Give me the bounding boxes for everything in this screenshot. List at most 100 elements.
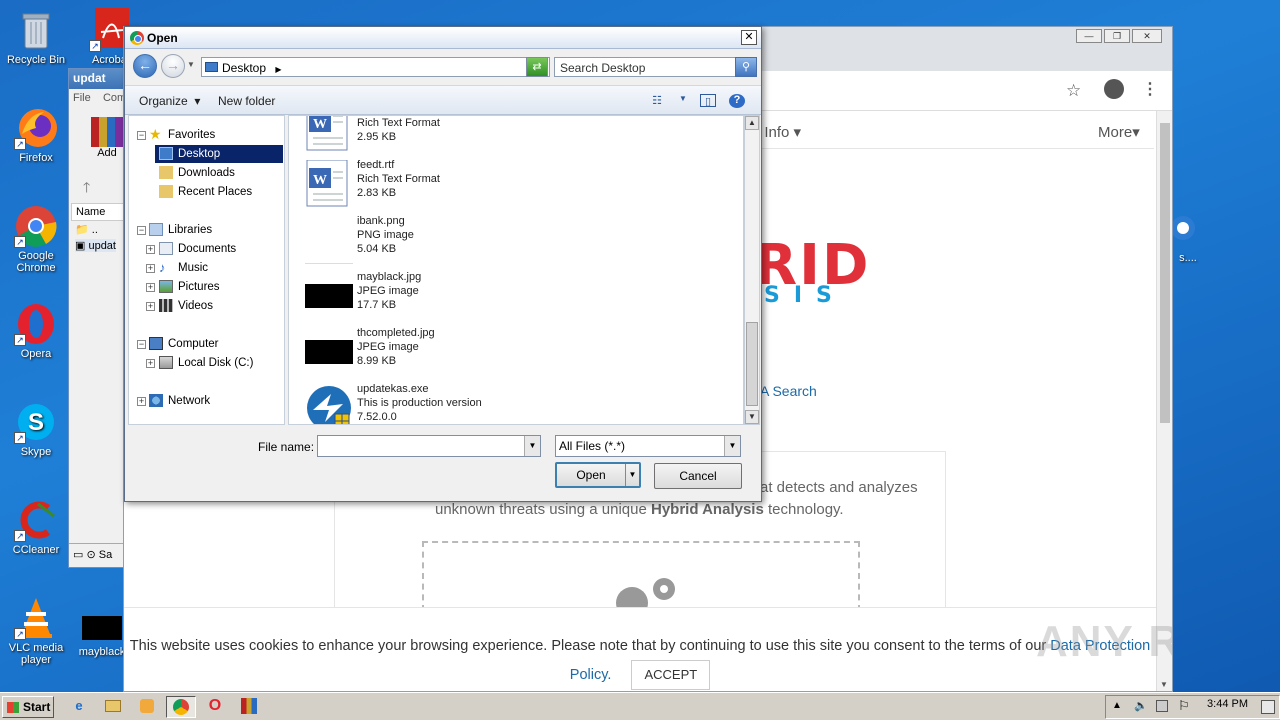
menu-dots-icon[interactable]: ⋮: [1142, 79, 1158, 99]
file-type-select[interactable]: All Files (*.*) ▼: [555, 435, 741, 457]
expand-icon[interactable]: +: [146, 245, 155, 254]
taskbar-media-player-icon[interactable]: [132, 696, 162, 718]
upload-dropzone[interactable]: [422, 541, 860, 619]
tree-item-documents[interactable]: + Documents: [129, 240, 279, 258]
maximize-button[interactable]: ❐: [1104, 29, 1130, 43]
collapse-icon[interactable]: −: [137, 131, 146, 140]
search-link[interactable]: A Search: [760, 383, 817, 399]
up-arrow-icon[interactable]: 🡑: [83, 177, 90, 201]
navigation-pane[interactable]: − ★ Favorites Desktop Downloads Recent P…: [128, 115, 285, 425]
file-item[interactable]: W Rich Text Format 2.95 KB: [305, 116, 735, 158]
expand-icon[interactable]: +: [146, 264, 155, 273]
file-list[interactable]: W Rich Text Format 2.95 KB W feedt.rtf Ric…: [288, 115, 744, 425]
desktop-icon-ccleaner[interactable]: ↗ CCleaner: [0, 498, 72, 556]
expand-icon[interactable]: +: [146, 283, 155, 292]
winrar-window[interactable]: updat File Com Add 🡑 Name 📁 .. ▣ updat ▭…: [68, 68, 128, 568]
collapse-icon[interactable]: −: [137, 340, 146, 349]
new-folder-button[interactable]: New folder: [218, 94, 275, 108]
file-item[interactable]: thcompleted.jpg JPEG image 8.99 KB: [305, 326, 735, 382]
taskbar-winrar-icon[interactable]: [234, 696, 264, 718]
expand-icon[interactable]: +: [146, 359, 155, 368]
taskbar-ie-icon[interactable]: e: [64, 696, 94, 718]
refresh-button[interactable]: ⇄: [526, 57, 548, 77]
desktop-icon-skype[interactable]: S ↗ Skype: [0, 400, 72, 458]
taskbar-chrome-icon[interactable]: [166, 696, 196, 718]
back-button[interactable]: ←: [133, 54, 157, 78]
view-dropdown-icon[interactable]: ▼: [675, 94, 691, 108]
scroll-down-arrow[interactable]: ▼: [745, 410, 759, 424]
desktop-icon-recycle-bin[interactable]: Recycle Bin: [0, 8, 72, 66]
scrollbar-thumb[interactable]: [746, 322, 758, 406]
forward-button[interactable]: →: [161, 54, 185, 78]
menu-file[interactable]: File: [73, 92, 91, 104]
taskbar-opera-icon[interactable]: O: [200, 696, 230, 718]
chevron-down-icon[interactable]: ▶: [275, 65, 281, 74]
bookmark-star-icon[interactable]: ☆: [1066, 81, 1081, 101]
tray-network-icon[interactable]: [1156, 700, 1168, 712]
start-button[interactable]: Start: [2, 696, 54, 718]
profile-avatar-icon[interactable]: [1104, 79, 1124, 99]
file-item[interactable]: updatekas.exe This is production version 7…: [305, 382, 735, 424]
file-item[interactable]: mayblack.jpg JPEG image 17.7 KB: [305, 270, 735, 326]
recent-dropdown-icon[interactable]: ▼: [187, 60, 195, 69]
taskbar-explorer-icon[interactable]: [98, 696, 128, 718]
page-scrollbar[interactable]: ▼: [1156, 111, 1172, 691]
tree-item-downloads[interactable]: Downloads: [129, 164, 279, 182]
file-item[interactable]: ibank.png PNG image 5.04 KB: [305, 214, 735, 270]
open-button[interactable]: Open ▼: [555, 462, 641, 488]
close-button[interactable]: ✕: [1132, 29, 1162, 43]
nav-item-info[interactable]: t Info ▾: [756, 123, 801, 141]
winrar-add-button[interactable]: Add: [87, 117, 127, 159]
clock[interactable]: 3:44 PM: [1207, 698, 1248, 710]
minimize-button[interactable]: —: [1076, 29, 1102, 43]
jpg-image-thumbnail: [305, 340, 353, 364]
desktop-icon-partial[interactable]: s....: [1168, 206, 1208, 264]
search-input[interactable]: Search Desktop: [554, 57, 736, 77]
desktop-icon-vlc[interactable]: ↗ VLC media player: [0, 596, 72, 666]
change-view-icon[interactable]: ☷: [649, 94, 665, 108]
collapse-icon[interactable]: −: [137, 226, 146, 235]
expand-icon[interactable]: +: [137, 397, 146, 406]
column-name[interactable]: Name: [71, 203, 127, 221]
show-desktop-button[interactable]: [1261, 700, 1275, 714]
desktop-icon-opera[interactable]: ↗ Opera: [0, 302, 72, 360]
tree-item-network[interactable]: + Network: [129, 392, 279, 410]
search-icon[interactable]: ⚲: [735, 57, 757, 77]
tree-item-local-disk[interactable]: + Local Disk (C:): [129, 354, 279, 372]
open-split-chevron-icon[interactable]: ▼: [625, 464, 639, 486]
chevron-down-icon[interactable]: ▼: [524, 436, 540, 456]
close-icon[interactable]: ✕: [741, 30, 757, 45]
tree-item-videos[interactable]: + Videos: [129, 297, 279, 315]
file-name-input[interactable]: ▼: [317, 435, 541, 457]
cancel-button[interactable]: Cancel: [654, 463, 742, 489]
jpg-image-thumbnail: [305, 284, 353, 308]
tray-volume-icon[interactable]: 🔈: [1134, 699, 1148, 712]
file-row-update[interactable]: ▣ updat: [75, 239, 116, 252]
tree-item-pictures[interactable]: + Pictures: [129, 278, 279, 296]
desktop-icon-firefox[interactable]: ↗ Firefox: [0, 106, 72, 164]
scroll-up-arrow[interactable]: ▲: [745, 116, 759, 130]
tree-item-computer[interactable]: − Computer: [129, 335, 279, 353]
organize-button[interactable]: Organize ▾: [139, 94, 200, 108]
preview-pane-icon[interactable]: ▯: [700, 94, 716, 108]
scrollbar-thumb[interactable]: [1160, 123, 1170, 423]
file-item[interactable]: W feedt.rtf Rich Text Format 2.83 KB: [305, 158, 735, 214]
open-file-dialog[interactable]: Open ✕ ← → ▼ Desktop ▶ ▼ ⇄ Search Deskto…: [124, 26, 762, 502]
scroll-down-arrow[interactable]: ▼: [1160, 680, 1168, 689]
file-list-scrollbar[interactable]: ▲ ▼: [744, 115, 760, 425]
accept-cookies-button[interactable]: ACCEPT: [631, 660, 711, 690]
tree-item-recent-places[interactable]: Recent Places: [129, 183, 279, 201]
file-row-parent[interactable]: 📁 ..: [75, 223, 98, 236]
desktop-icon-chrome[interactable]: ↗ Google Chrome: [0, 204, 72, 274]
tree-item-libraries[interactable]: − Libraries: [129, 221, 279, 239]
expand-icon[interactable]: +: [146, 302, 155, 311]
tree-item-favorites[interactable]: − ★ Favorites: [129, 126, 279, 144]
tree-item-desktop[interactable]: Desktop: [155, 145, 283, 163]
nav-item-more[interactable]: More▾: [1098, 123, 1140, 141]
tray-flag-icon[interactable]: ⚐: [1178, 698, 1190, 714]
tree-item-music[interactable]: + ♪ Music: [129, 259, 279, 277]
chevron-down-icon[interactable]: ▼: [724, 436, 740, 456]
tray-chevron-up-icon[interactable]: ▲: [1112, 700, 1122, 711]
address-bar[interactable]: Desktop ▶ ▼: [201, 57, 550, 77]
help-icon[interactable]: ?: [729, 94, 745, 108]
